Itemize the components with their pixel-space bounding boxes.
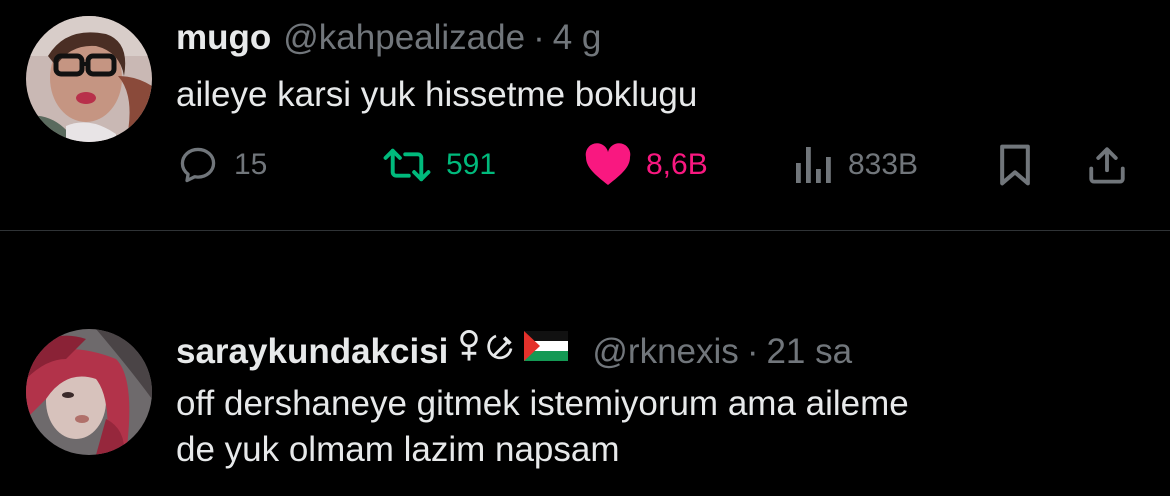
tweet-header: mugo @kahpealizade · 4 g [176, 18, 601, 58]
tweet-text: aileye karsi yuk hissetme boklugu [176, 75, 698, 114]
share-button[interactable] [1086, 140, 1128, 190]
tweet-header: saraykundakcisi @rknexis · 21 sa [176, 329, 852, 372]
username-handle[interactable]: @rknexis [592, 332, 738, 372]
display-name[interactable]: saraykundakcisi [176, 332, 448, 372]
views-count: 833B [848, 148, 919, 181]
bookmark-button[interactable] [996, 140, 1034, 190]
female-sign-icon [460, 329, 479, 361]
timestamp[interactable]: 4 g [553, 18, 602, 58]
reply-icon [180, 147, 216, 183]
hammer-sickle-icon [487, 334, 513, 360]
like-count: 8,6B [646, 148, 708, 181]
tweet-1[interactable]: mugo @kahpealizade · 4 g aileye karsi yu… [0, 0, 1170, 230]
avatar-image [26, 329, 152, 455]
separator-dot: · [533, 18, 545, 57]
avatar[interactable] [26, 329, 152, 455]
retweet-count: 591 [446, 148, 497, 181]
tweet-text-line-1: off dershaneye gitmek istemiyorum ama ai… [176, 384, 909, 423]
heart-icon [585, 143, 631, 185]
reply-count: 15 [234, 148, 268, 181]
separator-dot: · [746, 332, 759, 371]
name-badges [456, 329, 569, 363]
action-bar: 15 591 8,6B 833B [176, 140, 1138, 190]
views-button[interactable]: 833B [794, 140, 918, 190]
bookmark-icon [1000, 144, 1030, 186]
username-handle[interactable]: @kahpealizade [283, 18, 525, 58]
avatar[interactable] [26, 16, 152, 142]
display-name[interactable]: mugo [176, 18, 271, 58]
views-chart-icon [796, 147, 831, 183]
share-icon [1089, 147, 1125, 184]
retweet-icon [383, 148, 431, 182]
avatar-image [26, 16, 152, 142]
tweet-text: off dershaneye gitmek istemiyorum ama ai… [176, 381, 909, 473]
like-button[interactable]: 8,6B [584, 140, 708, 190]
palestine-flag-icon [524, 331, 569, 361]
tweet-text-line-2: de yuk olmam lazim napsam [176, 430, 620, 469]
timestamp[interactable]: 21 sa [766, 332, 852, 372]
retweet-button[interactable]: 591 [382, 140, 496, 190]
tweet-2[interactable]: saraykundakcisi @rknexis · 21 sa off der… [0, 231, 1170, 496]
reply-button[interactable]: 15 [176, 140, 267, 190]
